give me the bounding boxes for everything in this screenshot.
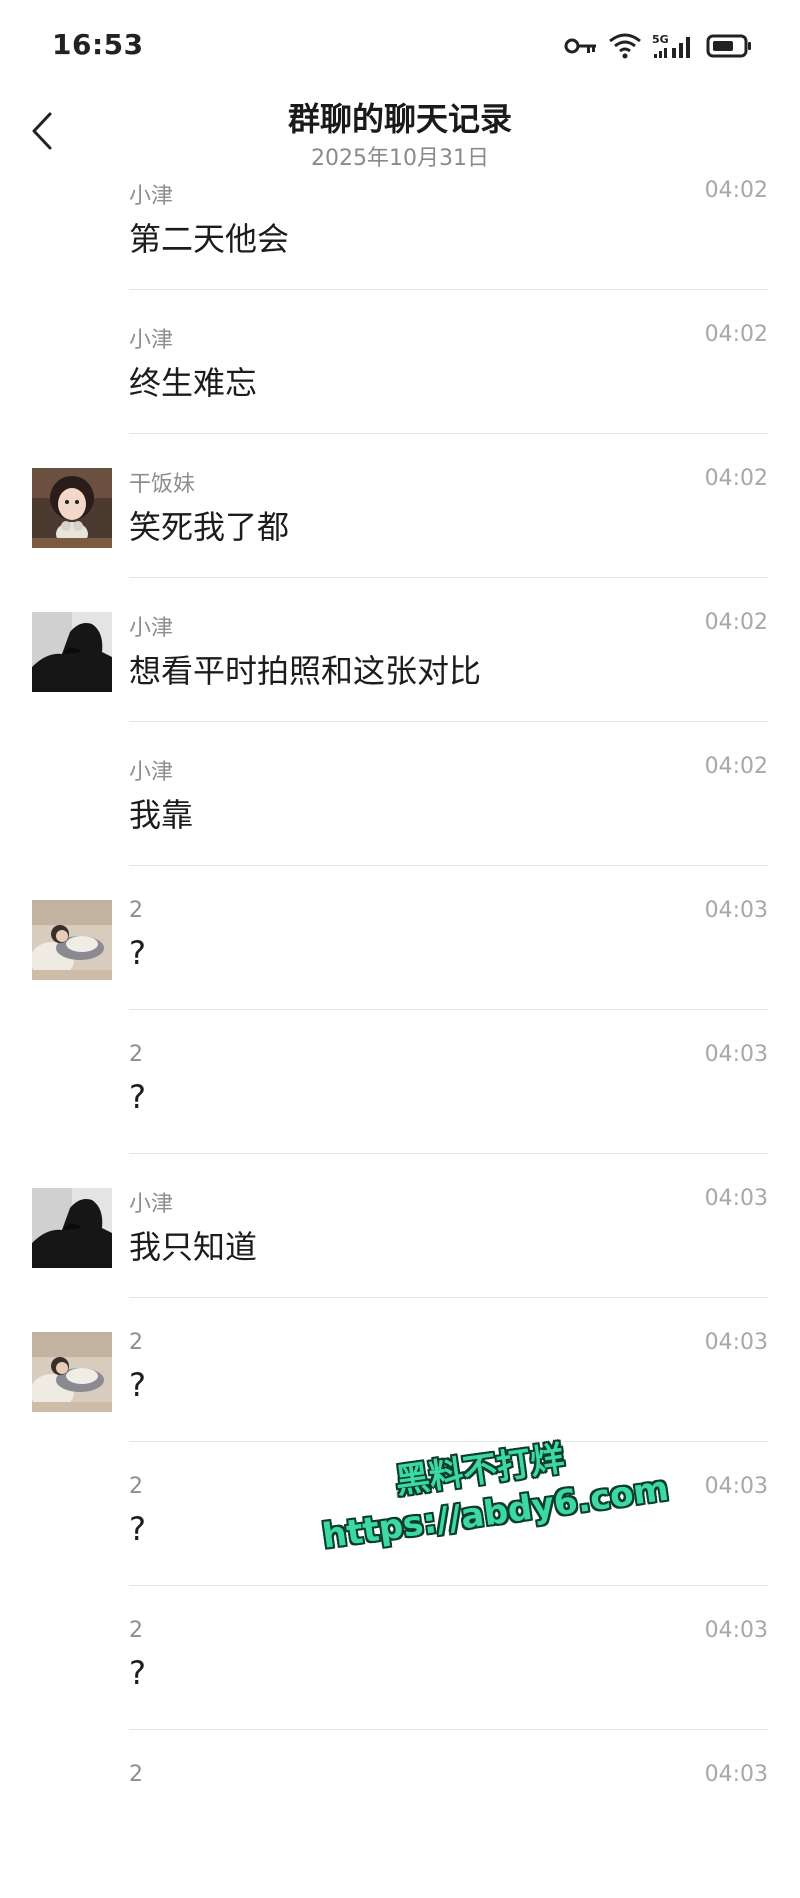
message-time: 04:02 — [704, 322, 768, 347]
message-text: 笑死我了都 — [129, 508, 290, 546]
divider — [129, 1585, 768, 1586]
avatar[interactable] — [32, 612, 112, 692]
message-sender: 小津 — [129, 616, 174, 641]
message-time: 04:03 — [704, 1474, 768, 1499]
message-time: 04:03 — [704, 1330, 768, 1355]
wifi-icon — [608, 32, 642, 60]
message-sender: 2 — [129, 898, 143, 923]
divider — [129, 865, 768, 866]
message-sender: 小津 — [129, 328, 174, 353]
message-time: 04:03 — [704, 1618, 768, 1643]
message-sender: 2 — [129, 1042, 143, 1067]
message-item[interactable]: 2 04:03 ? — [0, 1034, 800, 1178]
message-time: 04:02 — [704, 466, 768, 491]
message-item[interactable]: 2 04:03 ? — [0, 1466, 800, 1610]
vpn-key-icon — [564, 36, 598, 56]
divider — [129, 433, 768, 434]
message-text: 我只知道 — [129, 1228, 258, 1266]
avatar[interactable] — [32, 468, 112, 548]
avatar[interactable] — [32, 900, 112, 980]
divider — [129, 1729, 768, 1730]
message-text: 第二天他会 — [129, 220, 290, 258]
message-item[interactable]: 2 04:03 — [0, 1754, 800, 1898]
message-item[interactable]: 小津 04:02 终生难忘 — [0, 314, 800, 458]
message-text: ? — [129, 1366, 146, 1404]
message-sender: 小津 — [129, 1192, 174, 1217]
message-text: ? — [129, 1078, 146, 1116]
page-title: 群聊的聊天记录 — [287, 100, 512, 138]
divider — [129, 289, 768, 290]
divider — [129, 577, 768, 578]
message-sender: 2 — [129, 1618, 143, 1643]
battery-icon — [706, 33, 754, 59]
message-item[interactable]: 小津 04:02 我靠 — [0, 746, 800, 890]
message-time: 04:03 — [704, 1042, 768, 1067]
message-sender: 2 — [129, 1330, 143, 1355]
divider — [129, 1441, 768, 1442]
message-text: ? — [129, 1654, 146, 1692]
message-time: 04:02 — [704, 178, 768, 203]
message-item[interactable]: 2 04:03 ? — [0, 890, 800, 1034]
divider — [129, 1297, 768, 1298]
message-text: ? — [129, 1510, 146, 1548]
message-time: 04:03 — [704, 1762, 768, 1787]
message-time: 04:03 — [704, 1186, 768, 1211]
status-time: 16:53 — [52, 28, 144, 61]
message-text: 终生难忘 — [129, 364, 258, 402]
message-sender: 干饭妹 — [129, 472, 196, 497]
message-item[interactable]: 2 04:03 ? — [0, 1322, 800, 1466]
message-text: ? — [129, 934, 146, 972]
message-sender: 小津 — [129, 184, 174, 209]
message-time: 04:02 — [704, 754, 768, 779]
message-time: 04:02 — [704, 610, 768, 635]
message-time: 04:03 — [704, 898, 768, 923]
network-label: 5G — [652, 33, 669, 46]
header: 群聊的聊天记录 2025年10月31日 — [0, 86, 800, 176]
message-list[interactable]: 小津 04:02 第二天他会 小津 04:02 终生难忘 干饭妹 04:02 笑… — [0, 170, 800, 1898]
message-sender: 2 — [129, 1762, 143, 1787]
divider — [129, 1153, 768, 1154]
message-item[interactable]: 干饭妹 04:02 笑死我了都 — [0, 458, 800, 602]
avatar[interactable] — [32, 1332, 112, 1412]
message-text: 我靠 — [129, 796, 194, 834]
5g-signal-icon: 5G — [652, 32, 696, 60]
divider — [129, 1009, 768, 1010]
message-item[interactable]: 小津 04:02 第二天他会 — [0, 170, 800, 314]
status-icons: 5G — [564, 30, 754, 62]
message-item[interactable]: 小津 04:03 我只知道 — [0, 1178, 800, 1322]
message-sender: 2 — [129, 1474, 143, 1499]
message-sender: 小津 — [129, 760, 174, 785]
message-text: 想看平时拍照和这张对比 — [129, 652, 482, 690]
status-bar: 16:53 5G — [0, 0, 800, 90]
divider — [129, 721, 768, 722]
message-item[interactable]: 2 04:03 ? — [0, 1610, 800, 1754]
avatar[interactable] — [32, 1188, 112, 1268]
page-date: 2025年10月31日 — [311, 146, 489, 171]
message-item[interactable]: 小津 04:02 想看平时拍照和这张对比 — [0, 602, 800, 746]
